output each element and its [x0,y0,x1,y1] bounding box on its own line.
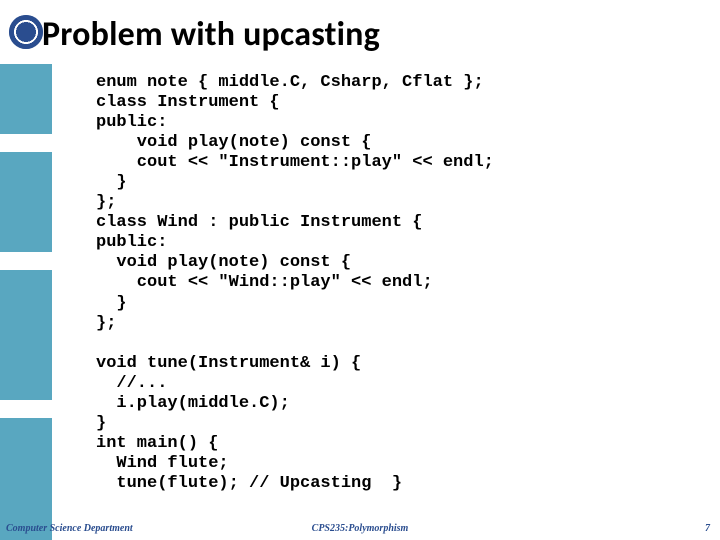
slide-footer: Computer Science Department CPS235:Polym… [0,518,720,536]
code-block-1: enum note { middle.C, Csharp, Cflat }; c… [96,73,708,334]
slide-title: Problem with upcasting [42,14,708,55]
slide-content: Problem with upcasting enum note { middl… [38,8,708,532]
footer-page-number: 7 [705,523,710,534]
code-block-2: void tune(Instrument& i) { //... i.play(… [96,354,708,494]
footer-center: CPS235:Polymorphism [0,523,720,534]
